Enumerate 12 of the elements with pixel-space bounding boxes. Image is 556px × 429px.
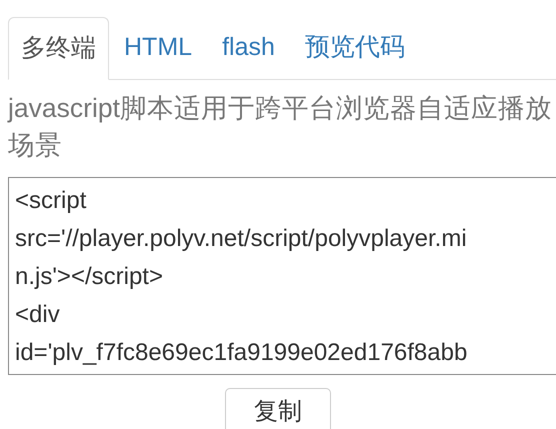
tab[interactable]: 多终端 xyxy=(8,17,109,80)
code-line: src='//player.polyv.net/script/polyvplayer.mi xyxy=(15,224,467,254)
tab[interactable]: flash xyxy=(207,16,290,79)
code-line: n.js'></script> xyxy=(15,262,163,292)
code-line: <div xyxy=(15,300,60,330)
code-line: id='plv_f7fc8e69ec1fa9199e02ed176f8abb xyxy=(15,338,468,368)
tab[interactable]: HTML xyxy=(109,16,208,79)
copy-button[interactable]: 复制 xyxy=(225,388,331,429)
code-textarea[interactable]: <script src='//player.polyv.net/script/polyvplayer.mi n.js'></script> <div id='plv_f7fc8e69ec1fa9199e02ed176f8abb xyxy=(8,177,556,375)
tab[interactable]: 预览代码 xyxy=(290,16,420,79)
code-line: <script xyxy=(15,186,86,216)
description-text: javascript脚本适用于跨平台浏览器自适应播放场景 xyxy=(8,92,553,162)
